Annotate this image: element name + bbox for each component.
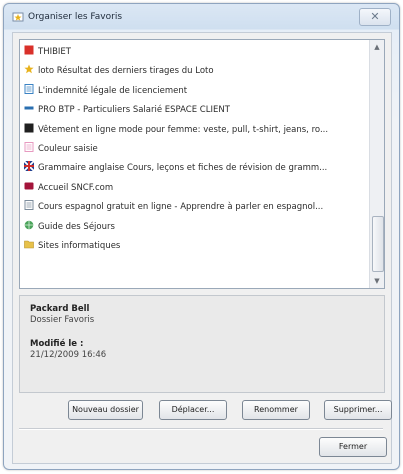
- rename-button[interactable]: Renommer: [242, 400, 310, 420]
- modified-label: Modifié le :: [30, 339, 84, 349]
- list-item-label: Cours espagnol gratuit en ligne - Appren…: [38, 202, 324, 213]
- new-folder-button[interactable]: Nouveau dossier: [68, 400, 143, 420]
- black-square-icon: [24, 123, 34, 133]
- list-item[interactable]: Couleur saisie: [24, 141, 364, 157]
- move-button[interactable]: Déplacer...: [159, 400, 227, 420]
- doc-icon: [24, 200, 34, 211]
- item-name: Packard Bell: [30, 304, 90, 314]
- vertical-scrollbar[interactable]: ▲ ▼: [369, 40, 384, 288]
- list-item[interactable]: Accueil SNCF.com: [24, 180, 364, 196]
- list-item[interactable]: Sites informatiques: [24, 238, 364, 254]
- globe-icon: [24, 220, 34, 230]
- list-item-label: Guide des Séjours: [38, 221, 115, 232]
- close-button[interactable]: Fermer: [319, 437, 387, 457]
- list-item[interactable]: Grammaire anglaise Cours, leçons et fich…: [24, 160, 364, 176]
- list-item-label: Grammaire anglaise Cours, leçons et fich…: [38, 163, 328, 174]
- page-icon: [24, 83, 34, 94]
- flag-icon: [24, 160, 35, 173]
- item-type: Dossier Favoris: [30, 315, 95, 325]
- list-item-label: L'indemnité légale de licenciement: [38, 85, 188, 96]
- separator: [19, 428, 383, 430]
- list-item[interactable]: Guide des Séjours: [24, 219, 364, 235]
- list-item[interactable]: THIBIET: [24, 44, 364, 60]
- close-window-button[interactable]: ✕: [359, 8, 391, 26]
- list-item-label: loto Résultat des derniers tirages du Lo…: [38, 66, 214, 77]
- folder-icon: [24, 239, 34, 249]
- title-bar: Organiser les Favoris ✕: [4, 4, 399, 30]
- favorites-list[interactable]: THIBIET loto Résultat des derniers tirage…: [19, 39, 385, 289]
- selected-item-info: Packard Bell Dossier Favoris Modifié le …: [19, 295, 385, 393]
- list-item-label: Couleur saisie: [38, 144, 98, 154]
- scroll-down-arrow-icon[interactable]: ▼: [371, 275, 383, 287]
- scroll-up-arrow-icon[interactable]: ▲: [371, 41, 383, 53]
- star-icon: [12, 11, 24, 23]
- sncf-icon: [24, 181, 34, 191]
- list-item-label: PRO BTP - Particuliers Salarié ESPACE CL…: [38, 105, 230, 116]
- delete-button[interactable]: Supprimer...: [324, 400, 392, 420]
- modified-date: 21/12/2009 16:46: [30, 350, 107, 360]
- list-item-label: THIBIET: [38, 47, 71, 57]
- scroll-thumb[interactable]: [372, 216, 384, 272]
- list-item[interactable]: Vêtement en ligne mode pour femme: veste…: [24, 122, 364, 138]
- list-item-label: Vêtement en ligne mode pour femme: veste…: [38, 124, 329, 135]
- red-square-icon: [24, 45, 34, 55]
- pro-icon: [24, 103, 34, 113]
- close-icon: ✕: [370, 10, 380, 23]
- list-item-label: Sites informatiques: [38, 241, 121, 251]
- list-item[interactable]: L'indemnité légale de licenciement: [24, 83, 364, 99]
- window-title: Organiser les Favoris: [28, 12, 123, 22]
- star-icon: [24, 64, 34, 74]
- list-item[interactable]: loto Résultat des derniers tirages du Lo…: [24, 63, 364, 79]
- list-item[interactable]: PRO BTP - Particuliers Salarié ESPACE CL…: [24, 102, 364, 118]
- dialog-body: THIBIET loto Résultat des derniers tirage…: [12, 32, 392, 464]
- list-item-label: Accueil SNCF.com: [38, 182, 114, 193]
- organize-favorites-dialog: Organiser les Favoris ✕ THIBIET loto Résu…: [3, 3, 400, 470]
- pink-page-icon: [24, 142, 34, 152]
- list-item[interactable]: Cours espagnol gratuit en ligne - Appren…: [24, 199, 364, 215]
